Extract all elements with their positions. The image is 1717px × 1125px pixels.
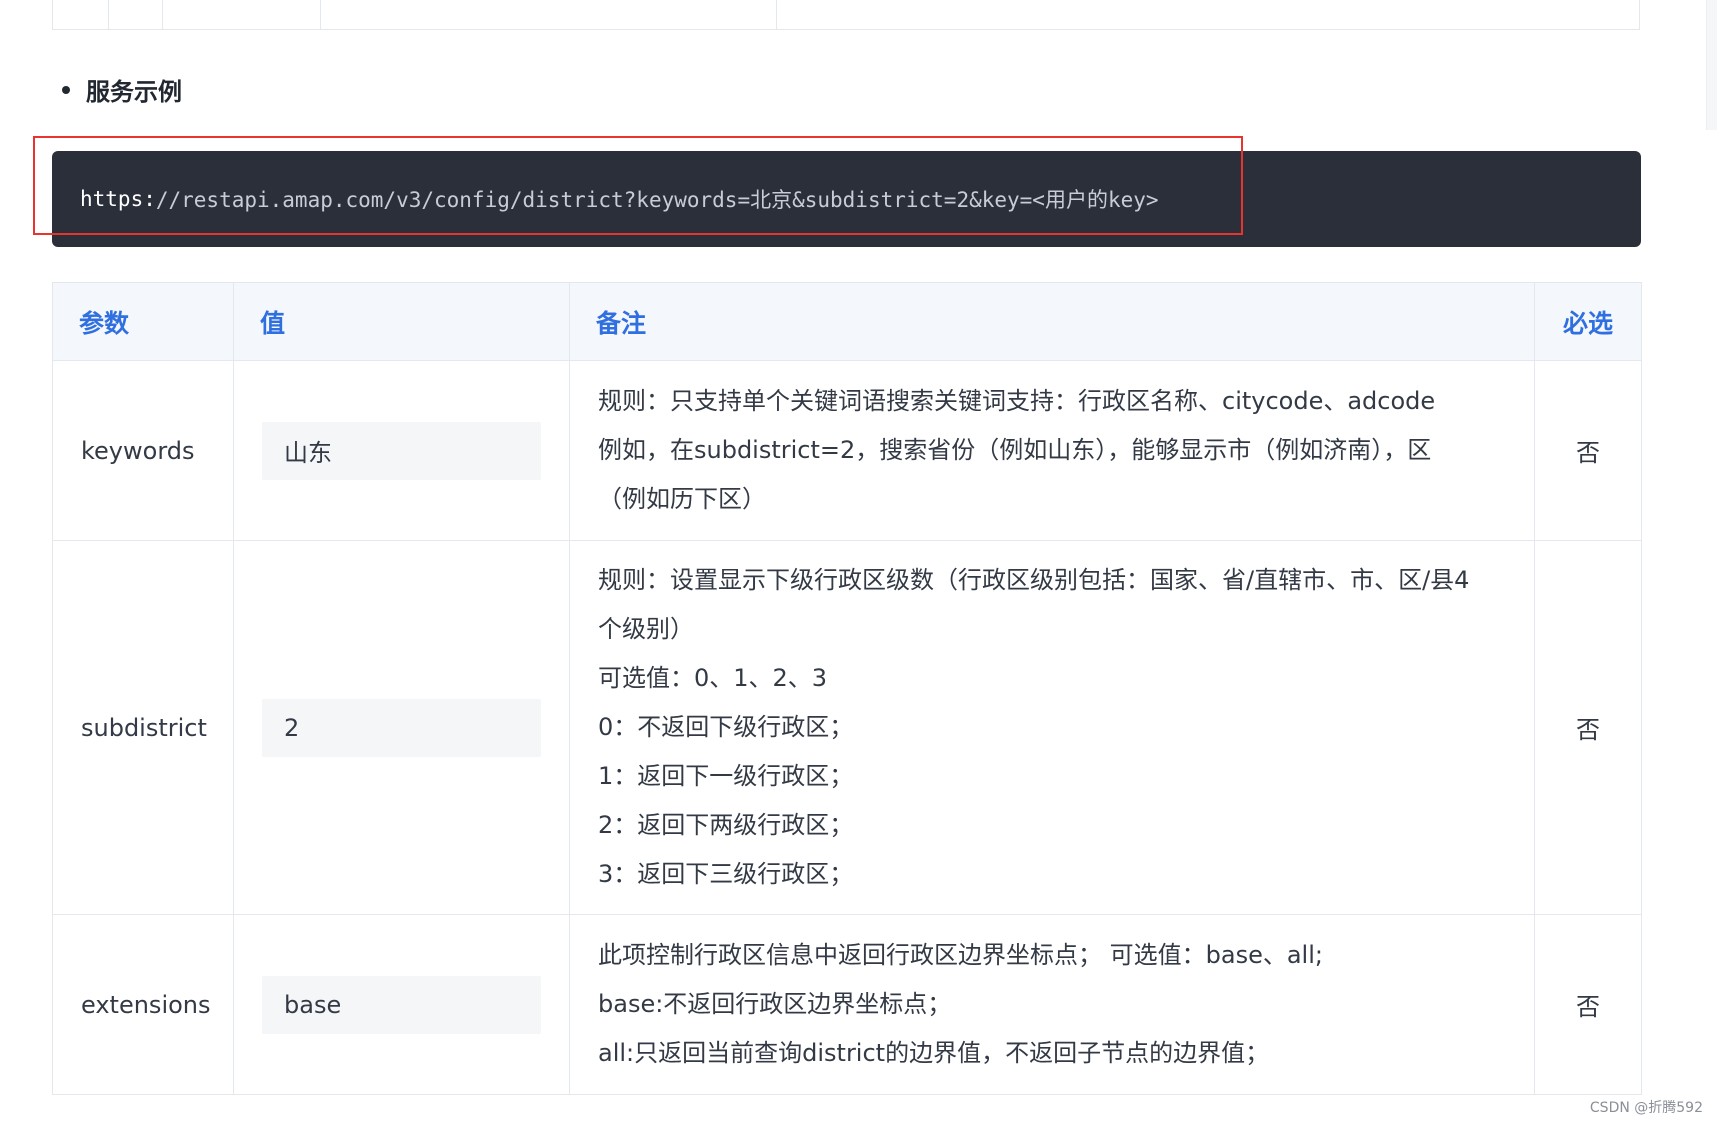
param-required: 否 — [1534, 540, 1642, 915]
table-row: extensions base 此项控制行政区信息中返回行政区边界坐标点； 可选… — [52, 914, 1642, 1095]
note-line: 规则：设置显示下级行政区级数（行政区级别包括：国家、省/直辖市、市、区/县4 — [598, 566, 1470, 594]
table-header-row: 参数 值 备注 必选 — [52, 282, 1642, 361]
param-name: subdistrict — [52, 540, 234, 915]
table-row: keywords 山东 规则：只支持单个关键词语搜索关键词支持：行政区名称、ci… — [52, 360, 1642, 541]
param-value: 2 — [262, 698, 541, 757]
section-heading: 服务示例 — [62, 72, 182, 107]
note-line: 此项控制行政区信息中返回行政区边界坐标点； 可选值：base、all; — [598, 941, 1323, 969]
table-divider — [108, 0, 109, 29]
header-note: 备注 — [569, 282, 1535, 361]
param-value: base — [262, 975, 541, 1034]
note-line: 例如，在subdistrict=2，搜索省份（例如山东），能够显示市（例如济南）… — [598, 436, 1432, 464]
header-param: 参数 — [52, 282, 234, 361]
table-divider — [776, 0, 777, 29]
note-line: 个级别） — [598, 615, 694, 643]
param-note: 规则：只支持单个关键词语搜索关键词支持：行政区名称、citycode、adcod… — [569, 360, 1535, 541]
header-value: 值 — [233, 282, 570, 361]
param-name: extensions — [52, 914, 234, 1095]
scrollbar[interactable] — [1706, 0, 1717, 130]
watermark-text: CSDN @折腾592 — [1589, 1100, 1703, 1116]
note-line: 0：不返回下级行政区； — [598, 713, 854, 741]
param-value: 山东 — [262, 421, 541, 480]
params-table: 参数 值 备注 必选 keywords 山东 规则：只支持单个关键词语搜索关键词… — [52, 282, 1642, 1095]
previous-table-fragment — [52, 0, 1640, 30]
note-line: 可选值：0、1、2、3 — [598, 664, 828, 692]
note-line: 2：返回下两级行政区； — [598, 811, 854, 839]
note-line: 3：返回下三级行政区； — [598, 860, 854, 888]
param-value-cell: 2 — [233, 540, 570, 915]
code-example-block[interactable]: https://restapi.amap.com/v3/config/distr… — [52, 151, 1641, 247]
param-note: 规则：设置显示下级行政区级数（行政区级别包括：国家、省/直辖市、市、区/县4 个… — [569, 540, 1535, 915]
param-note: 此项控制行政区信息中返回行政区边界坐标点； 可选值：base、all; base… — [569, 914, 1535, 1095]
param-required: 否 — [1534, 914, 1642, 1095]
table-row: subdistrict 2 规则：设置显示下级行政区级数（行政区级别包括：国家、… — [52, 540, 1642, 915]
note-line: base:不返回行政区边界坐标点； — [598, 990, 952, 1018]
note-line: （例如历下区） — [598, 485, 766, 513]
code-url-scheme: https: — [80, 187, 156, 211]
note-line: 规则：只支持单个关键词语搜索关键词支持：行政区名称、citycode、adcod… — [598, 387, 1436, 415]
bullet-icon — [62, 85, 70, 94]
header-required: 必选 — [1534, 282, 1642, 361]
param-value-cell: base — [233, 914, 570, 1095]
table-divider — [162, 0, 163, 29]
table-divider — [320, 0, 321, 29]
code-url-path: //restapi.amap.com/v3/config/district?ke… — [155, 188, 1159, 212]
note-line: 1：返回下一级行政区； — [598, 762, 854, 790]
param-name: keywords — [52, 360, 234, 541]
section-heading-text: 服务示例 — [86, 78, 182, 106]
param-value-cell: 山东 — [233, 360, 570, 541]
param-required: 否 — [1534, 360, 1642, 541]
note-line: all:只返回当前查询district的边界值，不返回子节点的边界值； — [598, 1039, 1270, 1067]
